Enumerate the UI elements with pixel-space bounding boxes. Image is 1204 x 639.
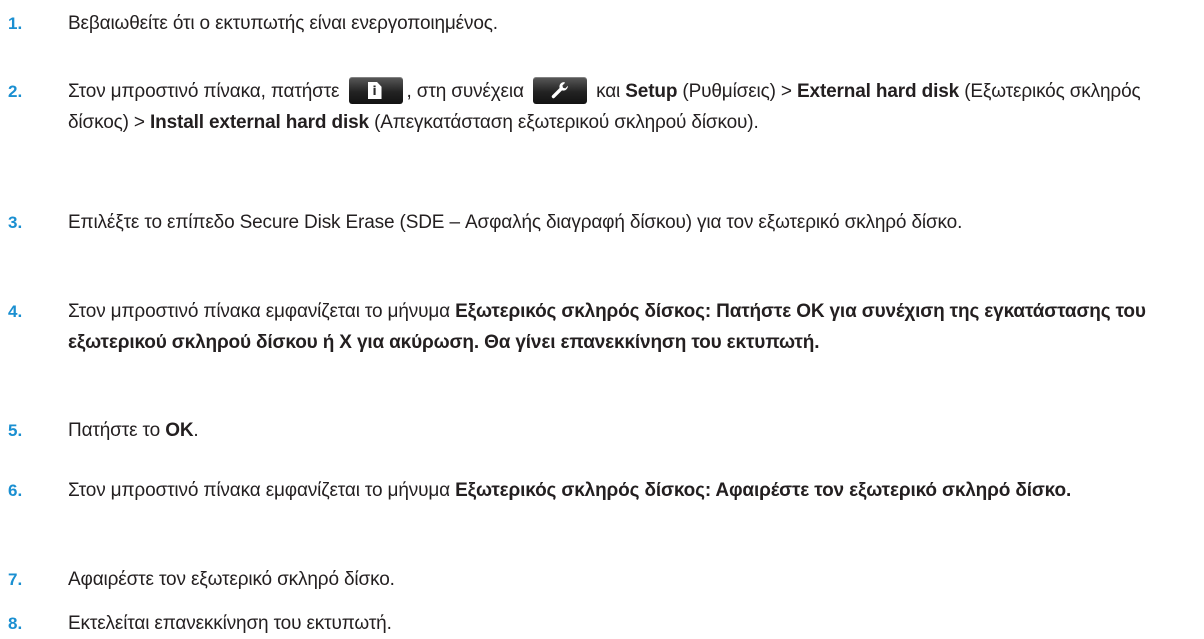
ok-label: OK xyxy=(165,420,194,441)
step-text: Αφαιρέστε τον εξωτερικό σκληρό δίσκο. xyxy=(68,569,395,590)
step-number: 8. xyxy=(8,614,23,633)
step-number: 1. xyxy=(8,14,23,33)
step-text-part: (Ρυθμίσεις) > xyxy=(682,81,792,102)
step-number: 3. xyxy=(8,213,23,232)
step-number: 7. xyxy=(8,570,23,589)
menu-path-setup: Setup xyxy=(625,81,678,102)
step-text: Στον μπροστινό πίνακα εμφανίζεται το μήν… xyxy=(68,296,1204,358)
menu-path-external-hard-disk: External hard disk xyxy=(797,81,960,102)
step-text-part: Στον μπροστινό πίνακα, πατήστε xyxy=(68,81,340,102)
step-text: Εκτελείται επανεκκίνηση του εκτυπωτή. xyxy=(68,613,392,634)
info-icon xyxy=(367,82,382,99)
step-text-part: , στη συνέχεια xyxy=(406,81,524,102)
step-text-part: (Απεγκατάσταση εξωτερικού σκληρού δίσκου… xyxy=(374,112,759,133)
wrench-button-icon xyxy=(532,77,587,104)
panel-message: Εξωτερικός σκληρός δίσκος: Αφαιρέστε τον… xyxy=(455,480,1072,501)
step-number: 6. xyxy=(8,481,23,500)
step-number: 5. xyxy=(8,421,23,440)
step-number: 4. xyxy=(8,302,23,321)
step-text-part: Στον μπροστινό πίνακα εμφανίζεται το μήν… xyxy=(68,480,450,501)
wrench-icon xyxy=(551,82,568,99)
step-text: Στον μπροστινό πίνακα, πατήστε , στη συν… xyxy=(68,76,1204,138)
menu-path-install-external-hard-disk: Install external hard disk xyxy=(150,112,369,133)
step-text: Στον μπροστινό πίνακα εμφανίζεται το μήν… xyxy=(68,475,1204,506)
info-button-icon xyxy=(348,77,403,104)
step-text-part: και xyxy=(596,81,621,102)
step-text: Πατήστε το OK. xyxy=(68,415,1204,446)
step-text-part: . xyxy=(193,420,199,441)
step-text: Επιλέξτε το επίπεδο Secure Disk Erase (S… xyxy=(68,212,963,233)
step-text: Βεβαιωθείτε ότι ο εκτυπωτής είναι ενεργο… xyxy=(68,13,498,34)
step-text-part: Στον μπροστινό πίνακα εμφανίζεται το μήν… xyxy=(68,301,450,322)
step-text-part: Πατήστε το xyxy=(68,420,161,441)
step-number: 2. xyxy=(8,82,23,101)
